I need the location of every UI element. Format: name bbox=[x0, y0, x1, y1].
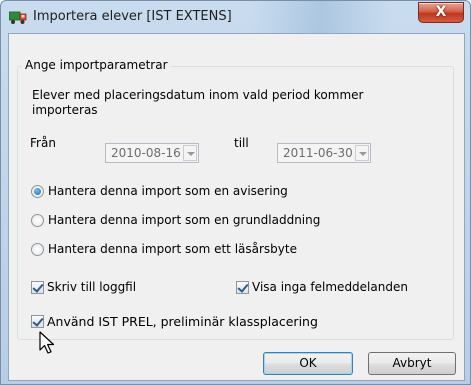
window-title: Importera elever [IST EXTENS] bbox=[33, 9, 232, 24]
close-button[interactable]: X bbox=[418, 2, 464, 23]
import-dialog-window: Importera elever [IST EXTENS] X Ange imp… bbox=[0, 0, 471, 385]
to-date-picker[interactable]: 2011-06-30 bbox=[277, 143, 371, 163]
radio-lasarsbyte[interactable] bbox=[31, 243, 44, 256]
close-icon: X bbox=[435, 4, 447, 20]
to-label: till bbox=[234, 136, 249, 150]
radio-grundladdning-label[interactable]: Hantera denna import som en grundladdnin… bbox=[48, 213, 320, 227]
from-date-value: 2010-08-16 bbox=[111, 146, 181, 160]
cancel-button[interactable]: Avbryt bbox=[368, 352, 456, 375]
chevron-down-icon[interactable] bbox=[355, 145, 369, 161]
radio-avisering-label[interactable]: Hantera denna import som en avisering bbox=[48, 184, 288, 198]
chevron-down-icon[interactable] bbox=[183, 145, 197, 161]
import-description: Elever med placeringsdatum inom vald per… bbox=[32, 88, 364, 117]
title-bar-decoration bbox=[251, 1, 391, 33]
mouse-cursor-icon bbox=[39, 331, 55, 354]
title-bar[interactable]: Importera elever [IST EXTENS] X bbox=[1, 1, 470, 33]
hide-errors-label[interactable]: Visa inga felmeddelanden bbox=[252, 280, 408, 294]
dialog-client-area: Ange importparametrar Elever med placeri… bbox=[8, 33, 465, 381]
group-legend: Ange importparametrar bbox=[22, 58, 171, 72]
radio-avisering[interactable] bbox=[31, 185, 44, 198]
from-date-picker[interactable]: 2010-08-16 bbox=[105, 143, 199, 163]
to-date-value: 2011-06-30 bbox=[283, 146, 353, 160]
from-label: Från bbox=[30, 136, 56, 150]
ist-prel-checkbox[interactable] bbox=[31, 315, 44, 328]
truck-app-icon bbox=[9, 11, 27, 24]
ist-prel-label[interactable]: Använd IST PREL, preliminär klassplaceri… bbox=[47, 314, 318, 329]
hide-errors-checkbox[interactable] bbox=[236, 281, 249, 294]
radio-lasarsbyte-label[interactable]: Hantera denna import som ett läsårsbyte bbox=[48, 242, 297, 256]
log-file-checkbox[interactable] bbox=[31, 281, 44, 294]
ok-button[interactable]: OK bbox=[263, 352, 353, 375]
log-file-label[interactable]: Skriv till loggfil bbox=[47, 280, 136, 294]
radio-grundladdning[interactable] bbox=[31, 214, 44, 227]
